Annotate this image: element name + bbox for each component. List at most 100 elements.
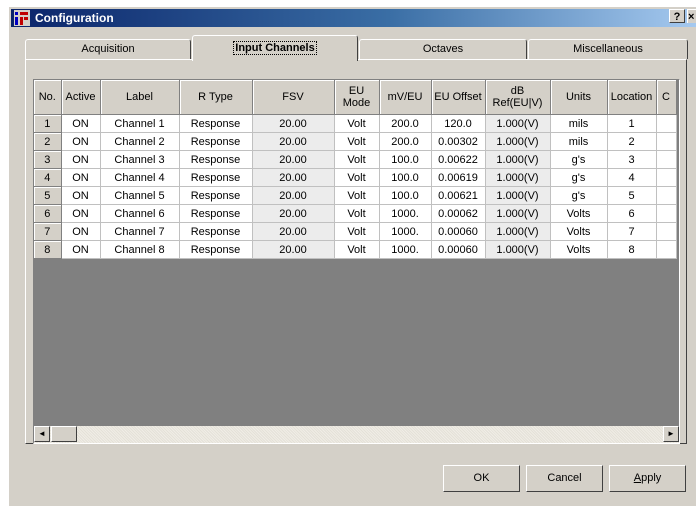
channels-grid[interactable]: No. Active Label R Type FSV EU Mode mV/EU EU Of… (33, 79, 680, 444)
grid-cell[interactable]: mils (550, 114, 608, 133)
grid-cell[interactable]: Channel 8 (100, 240, 180, 259)
grid-cell[interactable]: 1.000(V) (485, 240, 551, 259)
grid-cell[interactable]: 20.00 (252, 240, 335, 259)
help-button[interactable]: ? (669, 9, 685, 23)
grid-cell[interactable]: g's (550, 186, 608, 205)
tab-acquisition[interactable]: Acquisition (25, 39, 191, 59)
grid-cell[interactable]: 0.00060 (431, 240, 486, 259)
grid-cell[interactable]: 100.0 (379, 186, 432, 205)
grid-cell[interactable] (656, 132, 677, 151)
grid-cell[interactable]: Channel 6 (100, 204, 180, 223)
grid-cell[interactable]: Volts (550, 204, 608, 223)
grid-cell[interactable]: 4 (607, 168, 657, 187)
table-row[interactable]: 5 ON Channel 5 Response 20.00 Volt 100.0 0.0062… (34, 186, 677, 205)
grid-cell[interactable] (656, 150, 677, 169)
grid-cell[interactable] (656, 168, 677, 187)
grid-cell[interactable]: Response (179, 114, 253, 133)
grid-cell[interactable]: 1.000(V) (485, 168, 551, 187)
grid-cell[interactable]: Channel 2 (100, 132, 180, 151)
grid-cell[interactable]: 20.00 (252, 168, 335, 187)
grid-cell[interactable] (656, 186, 677, 205)
grid-cell[interactable]: 8 (607, 240, 657, 259)
table-row[interactable]: 8 ON Channel 8 Response 20.00 Volt 1000. 0.0006… (34, 240, 677, 259)
grid-cell[interactable]: 20.00 (252, 204, 335, 223)
grid-cell[interactable]: ON (61, 204, 101, 223)
grid-cell[interactable]: 1000. (379, 204, 432, 223)
table-row[interactable]: 6 ON Channel 6 Response 20.00 Volt 1000. 0.0006… (34, 204, 677, 223)
grid-cell[interactable]: Volt (334, 204, 380, 223)
column-header[interactable]: mV/EU (379, 80, 432, 115)
grid-cell[interactable]: 1000. (379, 222, 432, 241)
grid-cell[interactable]: Channel 5 (100, 186, 180, 205)
grid-cell[interactable]: 20.00 (252, 150, 335, 169)
row-number-cell[interactable]: 7 (34, 222, 62, 241)
grid-cell[interactable]: 2 (607, 132, 657, 151)
grid-cell[interactable] (656, 114, 677, 133)
grid-cell[interactable]: g's (550, 168, 608, 187)
grid-cell[interactable]: 3 (607, 150, 657, 169)
grid-cell[interactable]: 1.000(V) (485, 204, 551, 223)
grid-cell[interactable]: 1 (607, 114, 657, 133)
grid-cell[interactable]: 7 (607, 222, 657, 241)
column-header[interactable]: EU Offset (431, 80, 486, 115)
grid-cell[interactable]: 1.000(V) (485, 186, 551, 205)
grid-cell[interactable]: Response (179, 150, 253, 169)
table-row[interactable]: 2 ON Channel 2 Response 20.00 Volt 200.0 0.0030… (34, 132, 677, 151)
apply-button[interactable]: Apply (609, 465, 686, 492)
table-row[interactable]: 1 ON Channel 1 Response 20.00 Volt 200.0 120.0 1… (34, 114, 677, 133)
grid-cell[interactable]: Channel 4 (100, 168, 180, 187)
grid-cell[interactable]: Volts (550, 222, 608, 241)
table-row[interactable]: 4 ON Channel 4 Response 20.00 Volt 100.0 0.0061… (34, 168, 677, 187)
column-header[interactable]: EU Mode (334, 80, 380, 115)
grid-cell[interactable]: Volt (334, 114, 380, 133)
column-header[interactable]: Units (550, 80, 608, 115)
grid-cell[interactable]: 0.00062 (431, 204, 486, 223)
grid-cell[interactable]: 6 (607, 204, 657, 223)
grid-cell[interactable]: 20.00 (252, 222, 335, 241)
grid-cell[interactable]: Volt (334, 222, 380, 241)
grid-cell[interactable]: mils (550, 132, 608, 151)
table-row[interactable]: 7 ON Channel 7 Response 20.00 Volt 1000. 0.0006… (34, 222, 677, 241)
grid-cell[interactable]: 1.000(V) (485, 114, 551, 133)
row-number-cell[interactable]: 6 (34, 204, 62, 223)
grid-cell[interactable]: Volt (334, 168, 380, 187)
grid-cell[interactable]: ON (61, 222, 101, 241)
ok-button[interactable]: OK (443, 465, 520, 492)
grid-cell[interactable] (656, 240, 677, 259)
grid-cell[interactable]: ON (61, 186, 101, 205)
column-header[interactable]: No. (34, 80, 62, 115)
grid-cell[interactable]: 0.00622 (431, 150, 486, 169)
grid-cell[interactable]: ON (61, 132, 101, 151)
column-header[interactable]: Label (100, 80, 180, 115)
tab-input-channels[interactable]: Input Channels (192, 35, 358, 61)
grid-cell[interactable]: 200.0 (379, 114, 432, 133)
column-header[interactable]: dB Ref(EU|V) (485, 80, 551, 115)
grid-cell[interactable]: ON (61, 240, 101, 259)
grid-cell[interactable]: Channel 3 (100, 150, 180, 169)
grid-cell[interactable]: 20.00 (252, 114, 335, 133)
grid-cell[interactable]: 1000. (379, 240, 432, 259)
grid-cell[interactable]: ON (61, 168, 101, 187)
scrollbar-thumb[interactable] (51, 426, 77, 442)
grid-cell[interactable]: 100.0 (379, 168, 432, 187)
grid-cell[interactable]: Volt (334, 240, 380, 259)
grid-cell[interactable]: 120.0 (431, 114, 486, 133)
grid-cell[interactable]: 0.00619 (431, 168, 486, 187)
grid-cell[interactable]: Response (179, 168, 253, 187)
grid-cell[interactable]: ON (61, 150, 101, 169)
grid-cell[interactable]: 0.00302 (431, 132, 486, 151)
scroll-left-button[interactable]: ◄ (34, 426, 50, 442)
grid-cell[interactable]: Volt (334, 150, 380, 169)
horizontal-scrollbar[interactable]: ◄ ► (34, 426, 679, 443)
row-number-cell[interactable]: 4 (34, 168, 62, 187)
grid-cell[interactable]: Response (179, 222, 253, 241)
grid-cell[interactable]: Response (179, 204, 253, 223)
grid-cell[interactable]: 0.00060 (431, 222, 486, 241)
grid-cell[interactable]: 200.0 (379, 132, 432, 151)
grid-cell[interactable]: Volts (550, 240, 608, 259)
grid-cell[interactable]: 1.000(V) (485, 150, 551, 169)
column-header[interactable]: Active (61, 80, 101, 115)
grid-cell[interactable]: Response (179, 240, 253, 259)
grid-cell[interactable]: Channel 7 (100, 222, 180, 241)
grid-cell[interactable]: 1.000(V) (485, 222, 551, 241)
